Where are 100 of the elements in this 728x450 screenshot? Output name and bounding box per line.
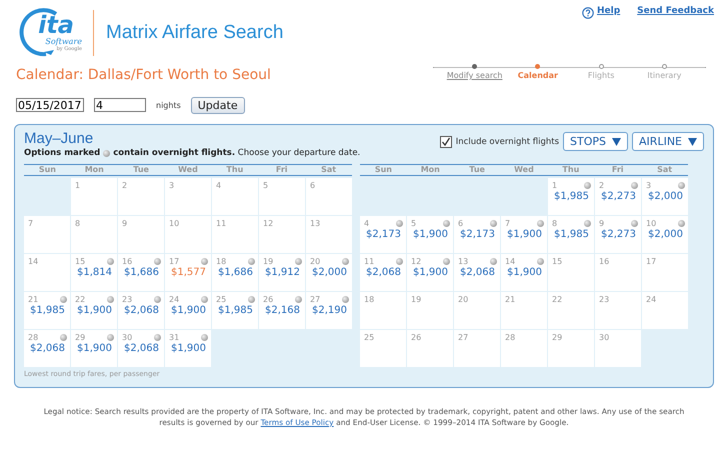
calendar-day-cell[interactable]: 25 $1,985 <box>212 292 258 329</box>
day-number: 29 <box>552 333 562 342</box>
day-number: 25 <box>364 333 374 342</box>
calendar-day-cell[interactable]: 16 $1,686 <box>118 254 164 291</box>
day-number: 5 <box>263 181 268 190</box>
calendar-day-cell[interactable]: 2 $2,273 <box>595 178 641 215</box>
header-link[interactable]: Send Feedback <box>637 6 714 16</box>
day-number: 9 <box>122 219 128 228</box>
weekday-header: Sat <box>320 165 338 175</box>
fare-price[interactable]: $1,985 <box>554 191 589 202</box>
day-number: 1 <box>552 181 558 190</box>
day-number: 28 <box>28 333 38 342</box>
app-title: Matrix Airfare Search <box>106 22 284 44</box>
calendar-day-cell[interactable]: 14 $1,900 <box>501 254 547 291</box>
fare-price[interactable]: $1,900 <box>507 229 542 240</box>
calendar-day-cell[interactable]: 13 $2,068 <box>454 254 500 291</box>
fare-price[interactable]: $1,900 <box>413 229 448 240</box>
calendar-day-cell[interactable]: 7 $1,900 <box>501 216 547 253</box>
fare-price[interactable]: $1,985 <box>554 229 589 240</box>
fare-price[interactable]: $2,000 <box>312 267 347 278</box>
fare-price[interactable]: $1,686 <box>124 267 159 278</box>
fare-price[interactable]: $1,900 <box>77 305 112 316</box>
calendar-day-cell[interactable]: 23 $2,068 <box>118 292 164 329</box>
weekday-header: Fri <box>610 165 625 175</box>
day-number: 21 <box>505 295 516 304</box>
calendar-day-cell[interactable]: 24 $1,900 <box>165 292 211 329</box>
fare-price[interactable]: $1,985 <box>218 305 253 316</box>
calendar-day-cell[interactable]: 5 $1,900 <box>407 216 453 253</box>
calendar-day-cell[interactable]: 28 $2,068 <box>24 330 70 367</box>
day-number: 31 <box>169 333 180 342</box>
day-number: 11 <box>364 257 374 266</box>
day-number: 7 <box>505 219 510 228</box>
overnight-label: Include overnight flights <box>456 136 560 146</box>
day-number: 8 <box>75 219 80 228</box>
step-label: Calendar <box>518 71 558 80</box>
calendar-day-cell[interactable]: 4 $2,173 <box>360 216 406 253</box>
nights-label: nights <box>156 100 181 110</box>
fare-price[interactable]: $2,068 <box>30 343 65 354</box>
calendar-day-cell[interactable]: 18 $1,686 <box>212 254 258 291</box>
fare-price[interactable]: $1,814 <box>77 267 112 278</box>
help-icon[interactable] <box>582 7 594 19</box>
calendar-day-cell[interactable]: 8 $1,985 <box>548 216 594 253</box>
fare-price[interactable]: $1,912 <box>265 267 300 278</box>
calendar-day-cell[interactable]: 12 $1,900 <box>407 254 453 291</box>
calendar-day-cell[interactable]: 3 $2,000 <box>642 178 688 215</box>
fare-price[interactable]: $2,068 <box>124 305 159 316</box>
fare-price[interactable]: $2,190 <box>312 305 347 316</box>
fare-price[interactable]: $1,900 <box>77 343 112 354</box>
calendar-day-cell[interactable]: 29 $1,900 <box>71 330 117 367</box>
day-number: 1 <box>75 181 80 190</box>
fare-price[interactable]: $2,273 <box>601 191 636 202</box>
day-number: 30 <box>599 333 610 342</box>
day-number: 8 <box>552 219 558 228</box>
fare-price[interactable]: $1,900 <box>413 267 448 278</box>
overnight-icon <box>103 150 110 156</box>
fare-price[interactable]: $2,273 <box>601 229 636 240</box>
fare-price[interactable]: $1,900 <box>171 305 206 316</box>
fare-price[interactable]: $1,900 <box>171 343 206 354</box>
calendar-day-cell[interactable]: 9 $2,273 <box>595 216 641 253</box>
weekday-header: Wed <box>513 165 535 175</box>
date-field[interactable]: 05/15/2017 <box>16 98 84 112</box>
fare-price[interactable]: $2,068 <box>124 343 159 354</box>
fare-price[interactable]: $2,000 <box>648 191 683 202</box>
calendar-day-cell[interactable]: 6 $2,173 <box>454 216 500 253</box>
day-number: 19 <box>263 257 274 266</box>
fare-price[interactable]: $2,168 <box>265 305 300 316</box>
calendar-day-cell[interactable]: 31 $1,900 <box>165 330 211 367</box>
calendar-day-cell[interactable]: 19 $1,912 <box>259 254 305 291</box>
calendar-day-cell[interactable]: 1 $1,985 <box>548 178 594 215</box>
day-number: 3 <box>646 181 652 190</box>
update-button[interactable]: Update <box>190 96 245 114</box>
nights-field[interactable]: 4 <box>94 98 146 112</box>
calendar-day-cell[interactable]: 21 $1,985 <box>24 292 70 329</box>
calendar-day-cell[interactable]: 11 $2,068 <box>360 254 406 291</box>
calendar-day-cell[interactable]: 10 $2,000 <box>642 216 688 253</box>
calendar-day-cell[interactable]: 20 $2,000 <box>306 254 352 291</box>
day-number: 9 <box>599 219 604 228</box>
filter-dropdown[interactable]: STOPS <box>563 132 628 151</box>
step-label[interactable]: Modify search <box>446 71 502 80</box>
fare-price[interactable]: $1,985 <box>30 305 65 316</box>
fare-price[interactable]: $2,068 <box>366 267 401 278</box>
day-number: 24 <box>169 295 180 304</box>
filter-dropdown[interactable]: AIRLINE <box>632 132 704 151</box>
fare-price[interactable]: $2,173 <box>460 229 495 240</box>
fare-price[interactable]: $1,900 <box>507 267 542 278</box>
fare-price[interactable]: $1,686 <box>218 267 253 278</box>
fare-price[interactable]: $2,000 <box>648 229 683 240</box>
calendar-day-cell[interactable]: 27 $2,190 <box>306 292 352 329</box>
overnight-checkbox[interactable] <box>440 136 452 148</box>
weekday-header: Fri <box>274 165 289 175</box>
calendar-day-cell[interactable]: 30 $2,068 <box>118 330 164 367</box>
day-number: 13 <box>458 257 468 266</box>
header-link[interactable]: Help <box>596 6 620 16</box>
fare-price[interactable]: $1,577 <box>171 267 206 278</box>
calendar-day-cell[interactable]: 22 $1,900 <box>71 292 117 329</box>
calendar-day-cell[interactable]: 17 $1,577 <box>165 254 211 291</box>
fare-price[interactable]: $2,173 <box>366 229 401 240</box>
calendar-day-cell[interactable]: 26 $2,168 <box>259 292 305 329</box>
fare-price[interactable]: $2,068 <box>460 267 495 278</box>
calendar-day-cell[interactable]: 15 $1,814 <box>71 254 117 291</box>
